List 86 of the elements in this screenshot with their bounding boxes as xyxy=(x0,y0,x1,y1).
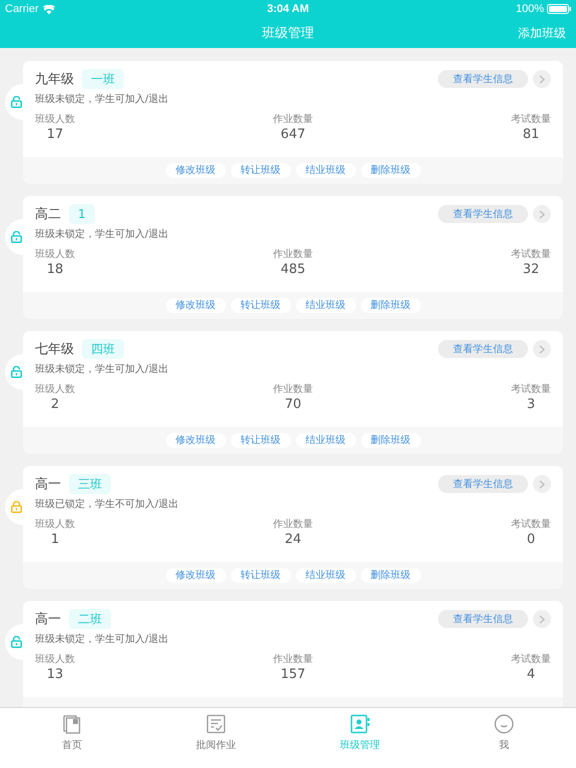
stat-label: 考试数量 xyxy=(511,518,551,531)
clock-text: 3:04 AM xyxy=(267,3,309,15)
class-action-button[interactable]: 删除班级 xyxy=(360,163,420,178)
grade-name: 高二 xyxy=(35,206,61,223)
checklist-icon xyxy=(206,714,226,734)
class-action-button[interactable]: 转让班级 xyxy=(230,163,290,178)
stat-value: 4 xyxy=(526,667,536,682)
stat-value: 1 xyxy=(50,532,60,547)
class-action-button[interactable]: 结业班级 xyxy=(296,433,356,448)
chevron-right-icon[interactable] xyxy=(533,610,551,628)
stat-label: 考试数量 xyxy=(511,652,551,666)
stat-value: 32 xyxy=(522,262,540,277)
class-action-button[interactable]: 转让班级 xyxy=(230,568,290,583)
carrier-text: Carrier xyxy=(5,3,39,15)
chevron-right-icon[interactable] xyxy=(533,70,551,88)
view-students-button[interactable]: 查看学生信息 xyxy=(438,610,528,628)
class-tag: 二班 xyxy=(69,609,111,629)
class-action-button[interactable]: 结业班级 xyxy=(296,298,356,313)
stat-label: 班级人数 xyxy=(35,248,75,261)
grade-name: 七年级 xyxy=(35,341,74,358)
pages-icon xyxy=(62,714,82,734)
stat-value: 81 xyxy=(522,127,540,142)
class-action-button[interactable]: 转让班级 xyxy=(230,433,290,448)
class-action-button[interactable]: 删除班级 xyxy=(360,433,420,448)
lock-status-text: 班级未锁定，学生可加入/退出 xyxy=(35,632,170,646)
stat-value: 3 xyxy=(526,397,536,412)
class-tag: 一班 xyxy=(82,69,124,89)
stat-value: 24 xyxy=(284,532,302,547)
battery-text: 100% xyxy=(516,3,544,15)
stat-label: 作业数量 xyxy=(273,382,313,396)
stat-value: 485 xyxy=(280,262,306,277)
tab-item[interactable]: 批阅作业 xyxy=(176,714,256,768)
class-tag: 三班 xyxy=(69,474,111,494)
stat-label: 作业数量 xyxy=(273,112,313,126)
stat-label: 班级人数 xyxy=(35,112,75,126)
wifi-icon xyxy=(42,4,55,14)
view-students-button[interactable]: 查看学生信息 xyxy=(438,475,528,493)
stat-label: 班级人数 xyxy=(35,382,75,396)
stat-label: 班级人数 xyxy=(35,518,75,531)
grade-name: 九年级 xyxy=(35,71,74,88)
view-students-button[interactable]: 查看学生信息 xyxy=(438,205,528,223)
class-action-button[interactable]: 删除班级 xyxy=(360,568,420,583)
class-tag: 四班 xyxy=(82,339,124,359)
class-action-button[interactable]: 修改班级 xyxy=(166,298,226,313)
stat-value: 70 xyxy=(284,397,302,412)
smiley-icon xyxy=(494,714,514,734)
chevron-right-icon[interactable] xyxy=(533,475,551,493)
chevron-right-icon[interactable] xyxy=(533,340,551,358)
lock-status-text: 班级未锁定，学生可加入/退出 xyxy=(35,362,170,376)
class-action-button[interactable]: 转让班级 xyxy=(230,298,290,313)
grade-name: 高一 xyxy=(35,611,61,628)
stat-label: 作业数量 xyxy=(273,248,313,261)
battery-icon xyxy=(547,4,571,14)
contact-book-icon xyxy=(350,714,370,734)
lock-status-text: 班级未锁定，学生可加入/退出 xyxy=(35,228,170,241)
stat-label: 作业数量 xyxy=(273,518,313,531)
stat-value: 13 xyxy=(46,667,64,682)
stat-value: 157 xyxy=(280,667,306,682)
lock-status-text: 班级已锁定，学生不可加入/退出 xyxy=(35,498,180,511)
page-title: 班级管理 xyxy=(262,25,314,42)
stat-label: 考试数量 xyxy=(511,248,551,261)
class-action-button[interactable]: 修改班级 xyxy=(166,163,226,178)
tab-item[interactable]: 我 xyxy=(464,714,544,768)
stat-label: 考试数量 xyxy=(511,112,551,126)
view-students-button[interactable]: 查看学生信息 xyxy=(438,70,528,88)
class-action-button[interactable]: 结业班级 xyxy=(296,163,356,178)
class-action-button[interactable]: 结业班级 xyxy=(296,568,356,583)
stat-value: 0 xyxy=(526,532,536,547)
class-action-button[interactable]: 删除班级 xyxy=(360,298,420,313)
chevron-right-icon[interactable] xyxy=(533,205,551,223)
class-action-button[interactable]: 修改班级 xyxy=(166,433,226,448)
stat-label: 考试数量 xyxy=(511,382,551,396)
lock-status-text: 班级未锁定，学生可加入/退出 xyxy=(35,92,170,106)
stat-value: 17 xyxy=(46,127,64,142)
stat-label: 作业数量 xyxy=(273,652,313,666)
grade-name: 高一 xyxy=(35,476,61,493)
add-class-button[interactable]: 添加班级 xyxy=(518,24,566,42)
stat-value: 18 xyxy=(46,262,64,277)
view-students-button[interactable]: 查看学生信息 xyxy=(438,340,528,358)
class-action-button[interactable]: 修改班级 xyxy=(166,568,226,583)
class-tag: 1 xyxy=(69,204,95,224)
tab-item[interactable]: 班级管理 xyxy=(320,714,400,768)
tab-item[interactable]: 首页 xyxy=(32,714,112,768)
stat-value: 647 xyxy=(280,127,306,142)
stat-label: 班级人数 xyxy=(35,652,75,666)
stat-value: 2 xyxy=(50,397,60,412)
